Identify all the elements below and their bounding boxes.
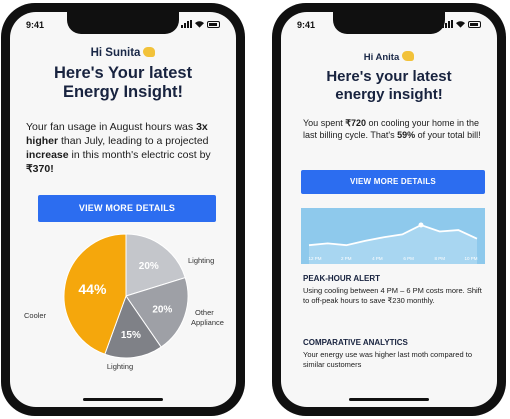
x-tick-label: 12 PM <box>308 256 321 261</box>
pie-category-label: Lighting <box>188 256 214 265</box>
greeting-text: Hi Sunita <box>90 47 141 59</box>
status-time: 9:41 <box>26 20 45 30</box>
x-tick-label: 4 PM <box>372 256 383 261</box>
greeting: Hi Anita <box>281 51 497 63</box>
comparative-analytics-text: Your energy use was higher last moth com… <box>303 350 472 369</box>
notch <box>333 12 445 34</box>
x-tick-label: 10 PM <box>464 256 477 261</box>
message-text: in this month's electric cost by <box>68 149 211 161</box>
pie-category-label: Cooler <box>24 311 47 320</box>
energy-usage-pie-chart: 20% 20% 15% 44% Lighting OtherAppliance Lighti… <box>24 233 224 371</box>
peak-marker <box>418 222 424 228</box>
home-indicator <box>349 398 429 401</box>
pie-percent-label: 15% <box>121 330 141 341</box>
pie-percent-label: 20% <box>152 305 172 316</box>
status-icons <box>181 20 220 28</box>
message-text: than July, leading to a projected <box>58 135 209 147</box>
message-emphasis: 59% <box>397 130 416 140</box>
insight-message: Your fan usage in August hours was 3x hi… <box>26 120 226 176</box>
battery-icon <box>207 20 220 28</box>
greeting: Hi Sunita <box>10 47 236 59</box>
headline-line-2: Energy Insight! <box>62 83 184 101</box>
battery-icon <box>468 20 481 28</box>
notch <box>67 12 179 34</box>
headline-line-1: Here's your latest <box>326 68 452 85</box>
phone-frame-right: 9:41 Hi Anita Here's your latest energy … <box>272 3 506 416</box>
greeting-text: Hi Anita <box>363 52 400 63</box>
message-text: of your total bill! <box>415 130 481 140</box>
headline-line-2: energy insight! <box>335 86 443 103</box>
page-title: Here's your latest energy insight! <box>287 68 491 104</box>
message-emphasis: ₹370! <box>26 163 54 175</box>
peak-hour-alert-title: PEAK-HOUR ALERT <box>303 274 381 283</box>
x-tick-label: 2 PM <box>341 256 352 261</box>
message-text: You spent <box>303 118 346 128</box>
wifi-icon <box>195 21 204 28</box>
status-icons <box>442 20 481 28</box>
view-more-details-button[interactable]: VIEW MORE DETAILS <box>38 195 216 222</box>
pie-category-label: Other <box>195 308 214 317</box>
message-emphasis: increase <box>26 149 69 161</box>
phone-frame-left: 9:41 Hi Sunita Here's Your latest Energy… <box>1 3 245 416</box>
pie-percent-label: 44% <box>78 281 107 297</box>
usage-area-chart: 12 PM 2 PM 4 PM 6 PM 8 PM 10 PM <box>301 208 485 264</box>
waving-hand-icon <box>402 51 415 61</box>
x-tick-label: 6 PM <box>403 256 414 261</box>
peak-hour-alert-text: Using cooling between 4 PM – 6 PM costs … <box>303 286 482 305</box>
status-time: 9:41 <box>297 20 316 30</box>
comparative-analytics-title: COMPARATIVE ANALYTICS <box>303 338 408 347</box>
signal-icon <box>181 20 192 28</box>
message-text: Your fan usage in August hours was <box>26 121 197 133</box>
waving-hand-icon <box>143 47 156 57</box>
signal-icon <box>442 20 453 28</box>
x-tick-label: 8 PM <box>435 256 446 261</box>
screen-left: 9:41 Hi Sunita Here's Your latest Energy… <box>10 12 236 407</box>
pie-percent-label: 20% <box>139 261 159 272</box>
headline-line-1: Here's Your latest <box>53 64 193 82</box>
wifi-icon <box>456 21 465 28</box>
insight-message: You spent ₹720 on cooling your home in t… <box>303 117 487 141</box>
message-emphasis: ₹720 <box>345 118 366 128</box>
page-title: Here's Your latest Energy Insight! <box>16 64 230 102</box>
pie-category-label: Appliance <box>191 318 224 327</box>
screen-right: 9:41 Hi Anita Here's your latest energy … <box>281 12 497 407</box>
view-more-details-button[interactable]: VIEW MORE DETAILS <box>301 170 485 194</box>
pie-category-label: Lighting <box>107 362 133 371</box>
home-indicator <box>83 398 163 401</box>
